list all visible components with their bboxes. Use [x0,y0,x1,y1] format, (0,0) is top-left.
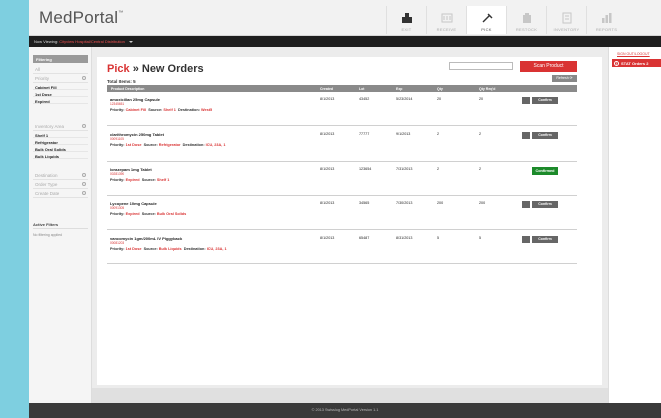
confirmed-badge[interactable]: Confirmed [532,167,558,175]
filter-item-refrigerator[interactable]: Refrigerator [33,138,88,145]
table-row: clarithromycin 250mg Tablet 00091105 Pri… [107,127,577,162]
pencil-icon [523,104,529,109]
edit-button[interactable] [522,132,530,144]
scan-input[interactable] [449,62,513,70]
top-bar: MedPortal™ EXIT RECEIVE PICK RESTOCK INV… [29,0,661,36]
table-row: vancomycin 1gm/200mL IV Piggyback 000812… [107,231,577,264]
filter-sidebar: Filtering All Priority Cabinet Fill 1st … [29,47,92,403]
priority-toggle[interactable]: Priority [33,74,88,83]
main-nav: EXIT RECEIVE PICK RESTOCK INVENTORY REPO… [386,6,626,34]
nav-inventory[interactable]: INVENTORY [546,6,586,34]
col-created[interactable]: Created [320,87,333,91]
col-product[interactable]: Product Description [111,87,144,91]
collapse-icon [82,76,86,80]
alert-icon: ! [614,60,619,66]
filter-item-1st-dose[interactable]: 1st Dose [33,90,88,97]
inventory-icon [560,12,574,24]
pencil-icon [523,139,529,144]
inventory-toggle[interactable]: Inventory Area [33,122,88,131]
destination-toggle[interactable]: Destination [33,171,88,180]
copyright-text: © 2013 Swisslog MedPortal Version 1.1 [311,408,379,412]
confirm-button[interactable]: Confirm [532,236,558,243]
nav-exit[interactable]: EXIT [386,6,426,34]
location-bar: Now Viewing: Cityview Hospital/Central D… [29,36,661,47]
filtering-header: Filtering [33,55,88,63]
total-items: Total Items: 5 [107,79,136,84]
expand-icon [82,191,86,195]
table-row: lorazepam 1mg Tablet 00281390 Priority: … [107,163,577,196]
expand-icon [82,173,86,177]
edit-button[interactable] [522,97,530,109]
filter-all[interactable]: All [33,65,88,74]
app-window: MedPortal™ EXIT RECEIVE PICK RESTOCK INV… [29,0,661,418]
main-area: Pick » New Orders Total Items: 5 Scan Pr… [92,47,608,403]
nav-receive[interactable]: RECEIVE [426,6,466,34]
expand-icon [82,182,86,186]
logout-link[interactable]: SIGN OUT/LOGOUT [617,52,650,56]
table-row: amoxicillan 25mg Capsule 12345651 Priori… [107,93,577,126]
stat-orders-button[interactable]: ! STAT Orders 2 [612,59,661,67]
refresh-button[interactable]: Refresh ⟳ [552,75,577,82]
scan-product-button[interactable]: Scan Product [520,61,577,72]
chevron-down-icon [129,40,133,43]
edit-button[interactable] [522,201,530,213]
receive-icon [440,12,454,24]
nav-restock[interactable]: RESTOCK [506,6,546,34]
table-row: Lycopene 10mg Capsule 00091305 Priority:… [107,197,577,230]
confirm-button[interactable]: Confirm [532,201,558,208]
logo: MedPortal™ [39,8,124,27]
priority-section: Priority Cabinet Fill 1st Dose Expired [33,74,88,104]
nav-pick[interactable]: PICK [466,6,506,34]
filter-item-bulk-oral-solids[interactable]: Bulk Oral Solids [33,145,88,152]
filter-all-section: All [33,65,88,74]
create-date-toggle[interactable]: Create Date [33,189,88,198]
pencil-icon [523,208,529,213]
main-bottom-strip [92,388,608,403]
footer: © 2013 Swisslog MedPortal Version 1.1 [29,403,661,418]
pick-icon [480,12,494,24]
filter-item-bulk-liquids[interactable]: Bulk Liquids [33,152,88,159]
filter-item-shelf-1[interactable]: Shelf 1 [33,131,88,138]
col-qty[interactable]: Qty [437,87,443,91]
confirm-button[interactable]: Confirm [532,97,558,104]
pencil-icon [523,243,529,248]
page-title: Pick » New Orders [107,63,204,75]
stat-count: 2 [646,60,649,66]
nav-reports[interactable]: REPORTS [586,6,626,34]
collapse-icon [82,124,86,128]
col-qty-reqd[interactable]: Qty Req'd [479,87,495,91]
edit-button[interactable] [522,236,530,248]
reports-icon [600,12,614,24]
filter-item-expired[interactable]: Expired [33,97,88,104]
location-selector[interactable]: Now Viewing: Cityview Hospital/Central D… [34,39,133,44]
exit-icon [400,12,414,24]
confirm-button[interactable]: Confirm [532,132,558,139]
restock-icon [520,12,534,24]
table-header: Product Description Created Lot Exp Qty … [107,85,577,92]
orders-panel: Pick » New Orders Total Items: 5 Scan Pr… [97,57,602,385]
filter-item-cabinet-fill[interactable]: Cabinet Fill [33,83,88,90]
inventory-section: Inventory Area Shelf 1 Refrigerator Bulk… [33,122,88,159]
order-type-toggle[interactable]: Order Type [33,180,88,189]
active-filters: Active Filters No filtering applied [33,222,88,237]
right-panel: SIGN OUT/LOGOUT ! STAT Orders 2 [608,47,661,403]
col-lot[interactable]: Lot [359,87,364,91]
destination-section: Destination Order Type Create Date [33,171,88,198]
col-exp[interactable]: Exp [396,87,402,91]
